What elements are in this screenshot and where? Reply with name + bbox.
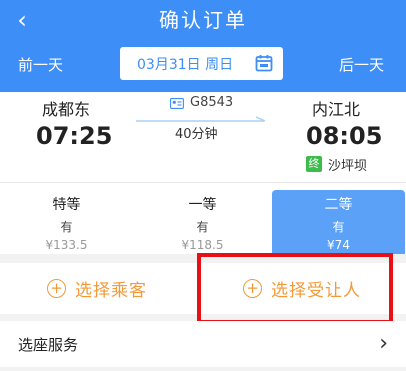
seat-name: 特等 bbox=[52, 197, 81, 213]
seat-price: ¥74 bbox=[327, 238, 350, 252]
seat-class-selector: 特等 有 ¥133.5 一等 有 ¥118.5 二等 有 ¥74 bbox=[0, 183, 406, 254]
seat-availability: 有 bbox=[60, 220, 73, 234]
departure-station: 成都东 bbox=[42, 100, 91, 119]
terminal-station: 沙坪坝 bbox=[328, 159, 368, 174]
next-day-button[interactable]: 后一天 bbox=[339, 54, 384, 75]
seat-option-first-class[interactable]: 一等 有 ¥118.5 bbox=[136, 190, 269, 254]
date-text: 03月31日 周日 bbox=[137, 57, 234, 73]
select-passenger-label: 选择乘客 bbox=[75, 281, 147, 301]
arrival-station: 内江北 bbox=[312, 100, 361, 119]
seat-option-premium[interactable]: 特等 有 ¥133.5 bbox=[0, 190, 133, 254]
plus-circle-icon: + bbox=[47, 279, 66, 298]
seat-name: 一等 bbox=[188, 197, 217, 213]
seat-service-row[interactable]: 选座服务 › bbox=[0, 321, 406, 367]
highlight-box bbox=[197, 253, 393, 324]
seat-availability: 有 bbox=[332, 220, 345, 234]
seat-name: 二等 bbox=[324, 197, 353, 213]
date-picker[interactable]: 03月31日 周日 bbox=[120, 47, 283, 80]
prev-day-button[interactable]: 前一天 bbox=[18, 54, 63, 75]
travel-duration: 40分钟 bbox=[175, 127, 218, 142]
seat-availability: 有 bbox=[196, 220, 209, 234]
arrival-time: 08:05 bbox=[306, 122, 383, 150]
id-card-icon bbox=[170, 98, 184, 109]
seat-service-label: 选座服务 bbox=[18, 336, 79, 354]
chevron-right-icon: › bbox=[379, 331, 388, 356]
page-title: 确认订单 bbox=[159, 8, 247, 32]
train-info: 成都东 07:25 G8543 40分钟 内江北 08:05 终 沙坪坝 bbox=[0, 92, 406, 182]
seat-price: ¥133.5 bbox=[45, 238, 88, 252]
calendar-icon bbox=[255, 55, 273, 72]
select-passenger-button[interactable]: + 选择乘客 bbox=[47, 263, 147, 314]
train-number-label: G8543 bbox=[190, 95, 234, 110]
header-bar: ‹ 确认订单 前一天 03月31日 周日 后一天 bbox=[0, 0, 406, 92]
terminal-badge: 终 bbox=[306, 156, 322, 172]
departure-time: 07:25 bbox=[36, 122, 113, 150]
seat-price: ¥118.5 bbox=[181, 238, 224, 252]
seat-option-second-class[interactable]: 二等 有 ¥74 bbox=[272, 190, 405, 254]
